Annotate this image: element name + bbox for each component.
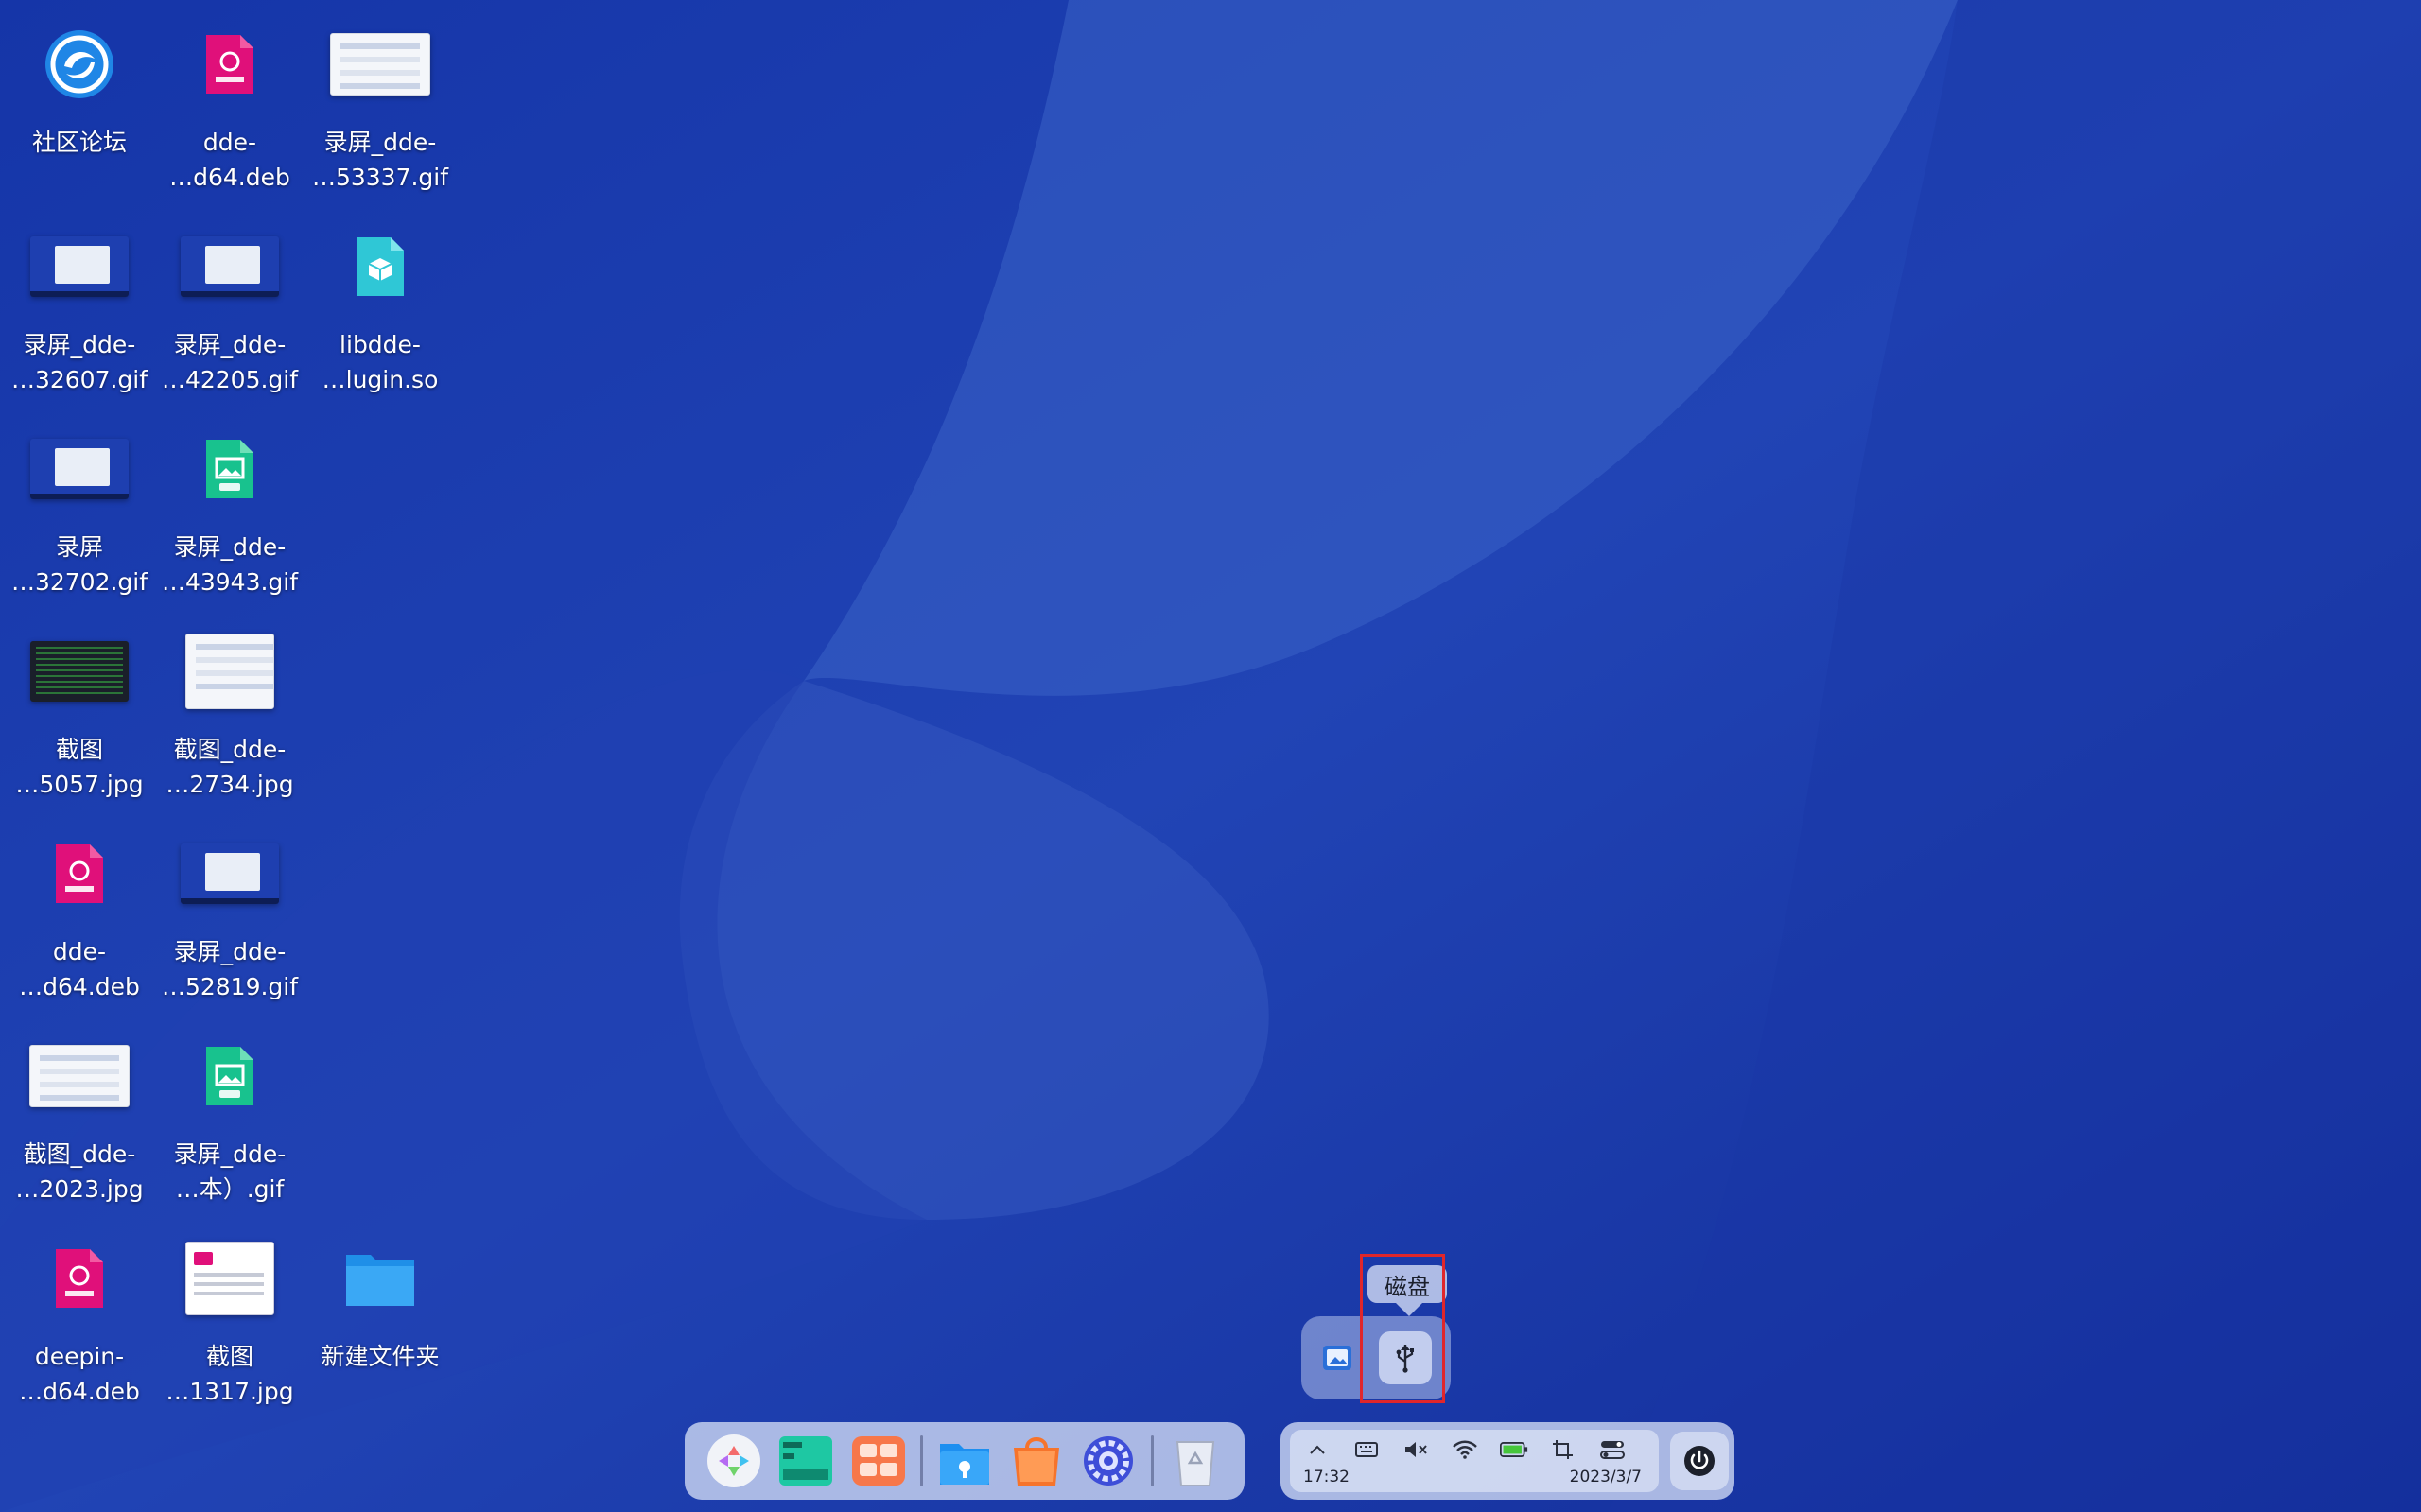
screenshot-thumbnail bbox=[185, 1242, 274, 1315]
desktop-icon-gif[interactable]: 录屏_dde- …32607.gif bbox=[4, 219, 155, 408]
power-icon bbox=[1684, 1446, 1715, 1476]
clock-time[interactable]: 17:32 bbox=[1303, 1468, 1350, 1486]
desktop-icon-gif[interactable]: 录屏_dde- …43943.gif bbox=[154, 422, 305, 611]
desktop-icon-label: 截图_dde- …2023.jpg bbox=[15, 1140, 144, 1203]
image-icon bbox=[1323, 1346, 1351, 1370]
desktop-icon-label: 录屏 …32702.gif bbox=[10, 533, 148, 596]
screenshot-icon[interactable] bbox=[1549, 1437, 1577, 1462]
app-store-icon bbox=[1014, 1437, 1060, 1486]
tray-expand-icon[interactable] bbox=[1303, 1437, 1332, 1462]
highlight-box bbox=[1360, 1254, 1445, 1403]
multitask-icon bbox=[851, 1436, 905, 1486]
desktop-icon-label: 社区论坛 bbox=[31, 129, 127, 156]
terminal-icon bbox=[779, 1436, 833, 1486]
screenshot-thumbnail bbox=[185, 634, 274, 709]
desktop-icon-folder[interactable]: 新建文件夹 bbox=[305, 1231, 456, 1420]
desktop-icon-label: 录屏_dde- …43943.gif bbox=[161, 533, 299, 596]
power-button[interactable] bbox=[1670, 1432, 1729, 1490]
desktop-icon-label: 录屏_dde- …53337.gif bbox=[311, 129, 449, 191]
file-manager-icon bbox=[939, 1444, 989, 1485]
file-manager-button[interactable] bbox=[934, 1431, 995, 1491]
screenshot-thumbnail bbox=[330, 33, 430, 96]
deepin-forum-icon bbox=[45, 30, 113, 98]
control-center-icon bbox=[1084, 1436, 1134, 1486]
trash-button[interactable] bbox=[1165, 1431, 1226, 1491]
desktop-icon-gif[interactable]: 录屏_dde- …42205.gif bbox=[154, 219, 305, 408]
gif-image-icon bbox=[206, 1047, 253, 1105]
tray-area: 17:32 2023/3/7 bbox=[1290, 1430, 1659, 1492]
library-file-icon bbox=[357, 237, 404, 296]
desktop-icon-gif[interactable]: 录屏 …32702.gif bbox=[4, 422, 155, 611]
control-center-button[interactable] bbox=[1078, 1431, 1139, 1491]
desktop-icon-jpg[interactable]: 截图 …1317.jpg bbox=[154, 1231, 305, 1420]
gif-image-icon bbox=[206, 440, 253, 498]
desktop-icon-gif[interactable]: 录屏_dde- …52819.gif bbox=[154, 826, 305, 1016]
clock-date[interactable]: 2023/3/7 bbox=[1570, 1468, 1642, 1486]
desktop-icon-deb[interactable]: dde- …d64.deb bbox=[154, 17, 305, 206]
screenshot-plugin-button[interactable] bbox=[1311, 1331, 1364, 1384]
volume-muted-icon[interactable] bbox=[1402, 1437, 1430, 1462]
dock-separator bbox=[919, 1435, 923, 1486]
desktop-icon-so[interactable]: libdde- …lugin.so bbox=[305, 219, 456, 408]
desktop-icon-label: 录屏_dde- …52819.gif bbox=[161, 938, 299, 1000]
desktop-icon-label: 录屏_dde- …32607.gif bbox=[10, 331, 148, 393]
desktop-icon-label: 截图 …1317.jpg bbox=[165, 1343, 294, 1405]
desktop-icon-forum[interactable]: 社区论坛 bbox=[4, 17, 155, 206]
multitask-button[interactable] bbox=[848, 1431, 909, 1491]
screenshot-thumbnail bbox=[181, 843, 279, 904]
debian-package-icon bbox=[206, 35, 253, 94]
dock-tray: 17:32 2023/3/7 bbox=[1280, 1422, 1734, 1500]
toggle-settings-icon[interactable] bbox=[1598, 1437, 1627, 1462]
keyboard-icon[interactable] bbox=[1352, 1437, 1381, 1462]
folder-icon bbox=[346, 1255, 414, 1306]
desktop-icon-label: 新建文件夹 bbox=[321, 1343, 440, 1370]
desktop-icon-label: deepin- …d64.deb bbox=[19, 1343, 140, 1405]
app-store-button[interactable] bbox=[1006, 1431, 1067, 1491]
screenshot-thumbnail bbox=[30, 439, 129, 499]
screenshot-thumbnail bbox=[30, 236, 129, 297]
desktop-icon-label: libdde- …lugin.so bbox=[322, 331, 439, 393]
desktop-icon-gif[interactable]: 录屏_dde- …本）.gif bbox=[154, 1029, 305, 1218]
desktop-icon-label: 截图 …5057.jpg bbox=[15, 736, 144, 798]
battery-icon[interactable] bbox=[1500, 1437, 1528, 1462]
wifi-icon[interactable] bbox=[1451, 1437, 1479, 1462]
debian-package-icon bbox=[56, 844, 103, 903]
desktop-icon-label: 录屏_dde- …42205.gif bbox=[161, 331, 299, 393]
debian-package-icon bbox=[56, 1249, 103, 1308]
desktop-icon-deb[interactable]: dde- …d64.deb bbox=[4, 826, 155, 1016]
desktop-icon-jpg[interactable]: 截图 …5057.jpg bbox=[4, 624, 155, 813]
desktop-icon-deb[interactable]: deepin- …d64.deb bbox=[4, 1231, 155, 1420]
terminal-button[interactable] bbox=[775, 1431, 836, 1491]
desktop-icon-label: dde- …d64.deb bbox=[19, 938, 140, 1000]
desktop-icon-label: 截图_dde- …2734.jpg bbox=[165, 736, 294, 798]
launcher-icon bbox=[707, 1434, 761, 1487]
trash-icon bbox=[1176, 1441, 1214, 1486]
dock-separator bbox=[1150, 1435, 1154, 1486]
desktop-icon-label: dde- …d64.deb bbox=[169, 129, 290, 191]
desktop-icon-jpg[interactable]: 截图_dde- …2734.jpg bbox=[154, 624, 305, 813]
screenshot-thumbnail bbox=[30, 641, 129, 702]
screenshot-thumbnail bbox=[181, 236, 279, 297]
desktop-icon-label: 录屏_dde- …本）.gif bbox=[173, 1140, 287, 1203]
dock-apps bbox=[685, 1422, 1245, 1500]
desktop-icon-jpg[interactable]: 截图_dde- …2023.jpg bbox=[4, 1029, 155, 1218]
desktop-icon-gif[interactable]: 录屏_dde- …53337.gif bbox=[305, 17, 456, 206]
launcher-button[interactable] bbox=[704, 1431, 764, 1491]
screenshot-thumbnail bbox=[29, 1045, 130, 1107]
